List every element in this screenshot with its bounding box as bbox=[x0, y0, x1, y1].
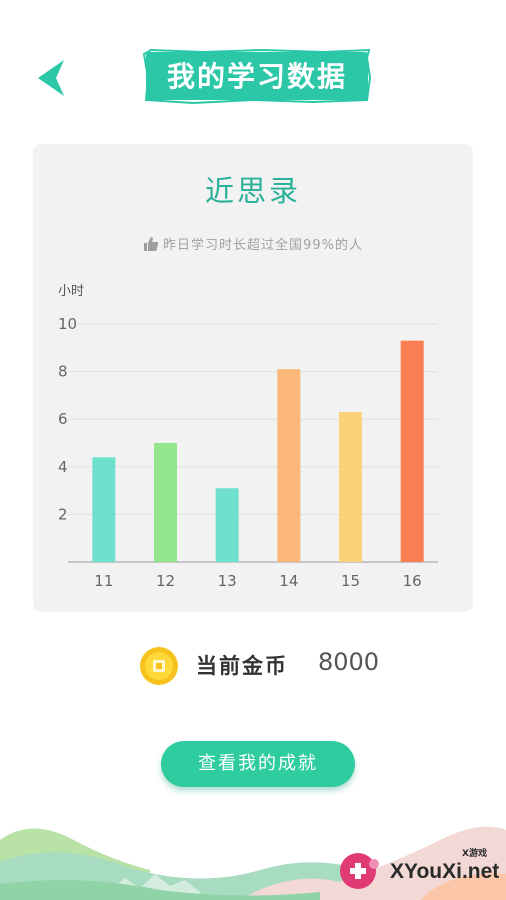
chevron-left-icon bbox=[38, 60, 64, 96]
y-tick-label: 8 bbox=[58, 363, 68, 381]
coin-value: 8000 bbox=[318, 648, 380, 676]
watermark-small-text: X游戏 bbox=[462, 849, 487, 859]
watermark-text: XYouXi.net bbox=[390, 860, 500, 883]
bar-12 bbox=[154, 443, 177, 562]
coin-icon bbox=[140, 647, 178, 685]
site-watermark: X游戏 XYouXi.net bbox=[338, 840, 506, 900]
y-tick-label: 10 bbox=[58, 315, 77, 333]
back-button[interactable] bbox=[34, 56, 74, 100]
bar-16 bbox=[400, 340, 424, 562]
y-tick-label: 6 bbox=[58, 410, 68, 428]
bar-13 bbox=[215, 488, 239, 562]
x-tick-label: 11 bbox=[94, 572, 113, 590]
coin-label: 当前金币 bbox=[196, 654, 288, 678]
x-tick-label: 13 bbox=[218, 572, 237, 590]
bar-14 bbox=[277, 369, 301, 562]
bar-11 bbox=[92, 457, 116, 562]
y-tick-label: 4 bbox=[58, 458, 68, 476]
gamepad-logo-icon bbox=[340, 853, 379, 889]
page-title: 我的学习数据 bbox=[166, 60, 347, 93]
x-tick-label: 14 bbox=[279, 572, 298, 590]
x-tick-label: 12 bbox=[156, 572, 175, 590]
bar-15 bbox=[339, 412, 362, 562]
title-banner: 我的学习数据 bbox=[143, 48, 371, 104]
view-achievements-button[interactable]: 查看我的成就 bbox=[161, 741, 355, 787]
study-data-card: 近思录 昨日学习时长超过全国99%的人 小时 2 4 6 8 10 11 12 13 14 15 1… bbox=[33, 144, 473, 612]
x-tick-label: 15 bbox=[341, 572, 360, 590]
study-hours-chart: 2 4 6 8 10 11 12 13 14 15 16 bbox=[58, 315, 438, 590]
coin-balance: 当前金币 8000 bbox=[0, 644, 506, 688]
y-tick-label: 2 bbox=[58, 505, 68, 523]
x-tick-label: 16 bbox=[403, 572, 422, 590]
